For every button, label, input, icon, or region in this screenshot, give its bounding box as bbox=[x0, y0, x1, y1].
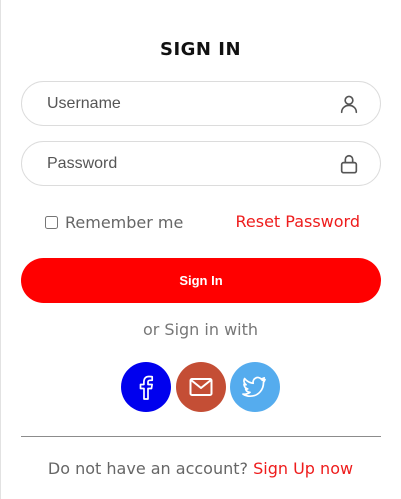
remember-me-label: Remember me bbox=[65, 212, 184, 232]
signup-prompt-text: Do not have an account? bbox=[47, 459, 249, 478]
facebook-button[interactable] bbox=[121, 362, 171, 412]
sign-up-link[interactable]: Sign Up now bbox=[253, 459, 353, 478]
reset-password-link[interactable]: Reset Password bbox=[235, 212, 360, 231]
password-input[interactable] bbox=[47, 152, 327, 176]
mail-icon bbox=[189, 378, 213, 396]
twitter-icon bbox=[242, 376, 266, 398]
page-title: SIGN IN bbox=[159, 39, 242, 60]
password-field[interactable] bbox=[21, 141, 381, 186]
left-border bbox=[0, 0, 1, 499]
remember-me-checkbox[interactable] bbox=[45, 215, 58, 229]
mail-button[interactable] bbox=[176, 362, 226, 412]
username-field[interactable] bbox=[21, 81, 381, 126]
signup-prompt: Do not have an account? Sign Up now bbox=[0, 459, 401, 478]
lock-icon bbox=[340, 154, 358, 174]
facebook-icon bbox=[139, 375, 154, 400]
social-signin-label: or Sign in with bbox=[142, 320, 259, 339]
divider bbox=[21, 436, 381, 437]
remember-me-toggle[interactable]: Remember me bbox=[45, 212, 183, 232]
twitter-button[interactable] bbox=[230, 362, 280, 412]
username-input[interactable] bbox=[47, 92, 327, 116]
user-icon bbox=[340, 95, 358, 114]
sign-in-button[interactable]: Sign In bbox=[21, 258, 381, 303]
